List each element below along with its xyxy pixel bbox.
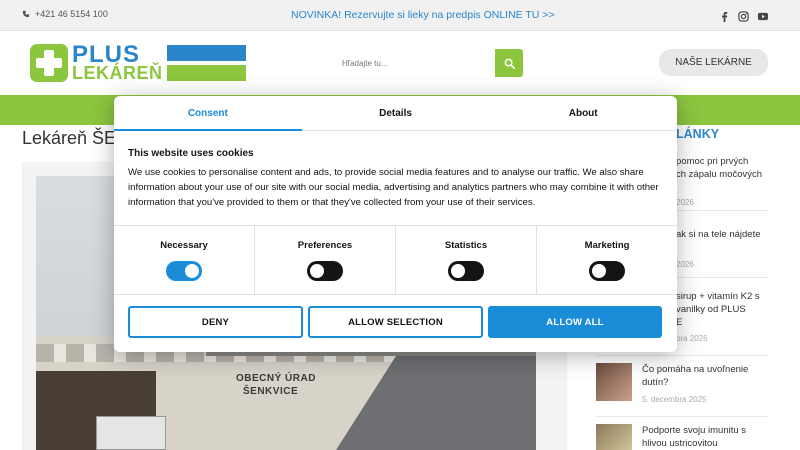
sidebar-article-title: ak si na tele nájdete — [676, 229, 761, 240]
toggle-label: Statistics — [444, 240, 488, 251]
facebook-icon[interactable] — [719, 9, 730, 22]
cookie-tabs: Consent Details About — [114, 96, 677, 131]
site-logo[interactable]: PLUS LEKÁREŇ — [30, 41, 246, 83]
site-header: PLUS LEKÁREŇ NAŠE LEKÁRNE — [0, 31, 800, 95]
allow-all-button[interactable]: ALLOW ALL — [488, 306, 662, 338]
toggle-statistics: Statistics — [396, 226, 537, 294]
page-title: Lekáreň ŠE — [22, 128, 117, 148]
sidebar-article-title: pomoc pri prvých ch zápalu močových — [676, 156, 763, 180]
search-form — [334, 49, 524, 77]
sidebar-article-title: Čo pomáha na uvoľnenie dutín? — [642, 364, 749, 388]
cookie-consent-dialog: Consent Details About This website uses … — [114, 96, 677, 352]
top-bar: +421 46 5154 100 NOVINKA! Rezervujte si … — [0, 0, 800, 31]
marketing-switch[interactable] — [589, 261, 625, 281]
tab-details[interactable]: Details — [302, 96, 490, 130]
search-icon — [504, 58, 515, 69]
sidebar-article-date: 2026 — [676, 260, 694, 269]
sidebar-article[interactable]: Čo pomáha na uvoľnenie dutín? 5. decembr… — [596, 363, 768, 417]
social-links — [719, 9, 769, 22]
logo-text-lekaren: LEKÁREŇ — [72, 63, 163, 83]
preferences-switch[interactable] — [307, 261, 343, 281]
switch-knob — [185, 264, 199, 278]
sidebar-article-date: bra 2026 — [676, 334, 708, 343]
logo-bar-blue — [167, 45, 246, 61]
instagram-icon[interactable] — [738, 9, 749, 22]
phone-number: +421 46 5154 100 — [35, 9, 108, 19]
necessary-switch[interactable] — [166, 261, 202, 281]
youtube-icon[interactable] — [757, 9, 769, 21]
sidebar-article-thumbnail — [596, 363, 632, 401]
cookie-heading: This website uses cookies — [128, 148, 254, 159]
cookie-description: We use cookies to personalise content an… — [128, 167, 659, 208]
search-button[interactable] — [495, 49, 523, 77]
allow-selection-button[interactable]: ALLOW SELECTION — [308, 306, 483, 338]
tab-consent[interactable]: Consent — [114, 96, 302, 131]
deny-button[interactable]: DENY — [128, 306, 303, 338]
sidebar-article-title: Podporte svoju imunitu s hlivou ustricov… — [642, 425, 747, 449]
switch-knob — [592, 264, 606, 278]
our-pharmacies-button[interactable]: NAŠE LEKÁRNE — [659, 49, 768, 76]
toggle-preferences: Preferences — [255, 226, 396, 294]
sidebar-article-date: 2026 — [676, 198, 694, 207]
sidebar-article-title: sirup + vitamín K2 s vanilky od PLUS E — [676, 291, 760, 328]
sidebar-article-thumbnail — [596, 424, 632, 450]
phone-icon — [22, 10, 30, 18]
cookie-category-toggles: Necessary Preferences Statistics Marketi… — [114, 225, 677, 295]
photo-sign-line1: OBECNÝ ÚRAD — [236, 373, 316, 384]
statistics-switch[interactable] — [448, 261, 484, 281]
toggle-label: Necessary — [160, 240, 208, 251]
sidebar-article-date: 5. decembra 2025 — [642, 395, 707, 404]
switch-knob — [451, 264, 465, 278]
search-input[interactable] — [334, 49, 495, 77]
promo-link[interactable]: NOVINKA! Rezervujte si lieky na predpis … — [291, 9, 555, 21]
sidebar-article[interactable]: Podporte svoju imunitu s hlivou ustricov… — [596, 424, 768, 450]
tab-about[interactable]: About — [489, 96, 677, 130]
switch-knob — [310, 264, 324, 278]
toggle-necessary: Necessary — [114, 226, 255, 294]
toggle-marketing: Marketing — [537, 226, 677, 294]
sidebar-title: LÁNKY — [676, 127, 720, 141]
photo-sign-line2: ŠENKVICE — [243, 386, 299, 397]
phone-contact[interactable]: +421 46 5154 100 — [22, 9, 108, 19]
toggle-label: Preferences — [297, 240, 353, 251]
toggle-label: Marketing — [584, 240, 630, 251]
cookie-buttons: DENY ALLOW SELECTION ALLOW ALL — [128, 306, 662, 338]
logo-cross-icon — [30, 44, 68, 82]
logo-bar-green — [167, 65, 246, 81]
photo-mailbox — [96, 416, 166, 450]
